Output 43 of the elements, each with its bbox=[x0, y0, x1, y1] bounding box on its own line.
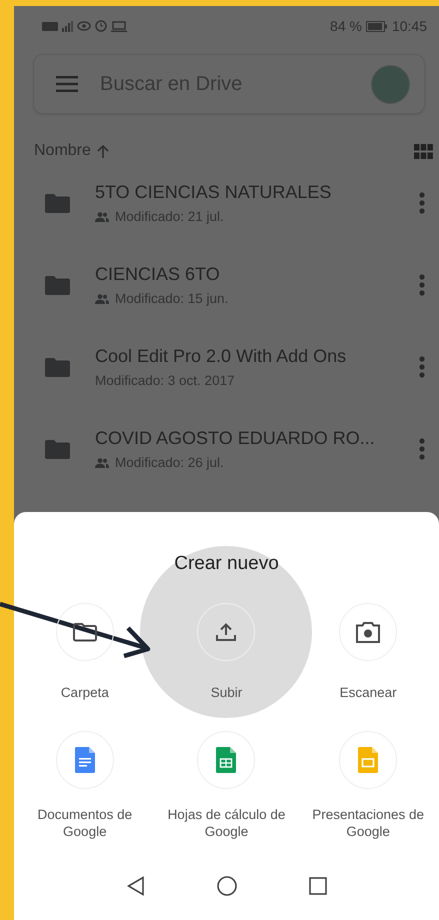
action-label: Documentos de Google bbox=[36, 806, 134, 840]
camera-icon bbox=[356, 622, 380, 642]
laptop-icon bbox=[111, 20, 127, 32]
spreadsheet-icon bbox=[216, 747, 236, 773]
battery-percent: 84 % bbox=[330, 18, 362, 34]
home-icon[interactable] bbox=[216, 876, 236, 896]
more-options-icon[interactable] bbox=[419, 274, 425, 296]
file-name[interactable]: Cool Edit Pro 2.0 With Add Ons bbox=[95, 346, 419, 367]
presentation-icon bbox=[358, 747, 378, 773]
more-options-icon[interactable] bbox=[419, 438, 425, 460]
action-label: Carpeta bbox=[60, 684, 109, 701]
file-name[interactable]: 5TO CIENCIAS NATURALES bbox=[95, 182, 419, 203]
grid-view-icon[interactable] bbox=[414, 144, 433, 158]
folder-icon bbox=[45, 276, 70, 294]
sim-card-icon bbox=[42, 22, 58, 30]
clock: 10:45 bbox=[392, 18, 427, 34]
folder-icon bbox=[45, 440, 70, 458]
file-name[interactable]: COVID AGOSTO EDUARDO RO... bbox=[95, 428, 419, 449]
sort-label[interactable]: Nombre bbox=[34, 142, 91, 160]
folder-icon bbox=[45, 358, 70, 376]
signal-icon bbox=[62, 20, 73, 32]
action-label: Escanear bbox=[340, 684, 397, 701]
back-icon[interactable] bbox=[126, 876, 144, 896]
more-options-icon[interactable] bbox=[419, 356, 425, 378]
folder-icon bbox=[45, 194, 70, 212]
action-button[interactable] bbox=[56, 603, 114, 661]
sheet-title: Crear nuevo bbox=[173, 553, 280, 575]
menu-icon[interactable] bbox=[56, 76, 78, 92]
action-label: Subir bbox=[210, 684, 242, 701]
action-label: Presentaciones de Google bbox=[311, 806, 426, 840]
document-icon bbox=[74, 747, 95, 773]
recents-icon[interactable] bbox=[308, 877, 326, 895]
eye-icon bbox=[77, 21, 91, 31]
more-options-icon[interactable] bbox=[419, 192, 425, 214]
alarm-icon bbox=[95, 20, 107, 32]
action-button[interactable] bbox=[197, 603, 256, 661]
upload-icon bbox=[216, 623, 236, 641]
folder-outline-icon bbox=[72, 622, 97, 642]
arrow-up-icon bbox=[96, 144, 109, 158]
file-name[interactable]: CIENCIAS 6TO bbox=[95, 264, 419, 285]
action-label: Hojas de cálculo de Google bbox=[166, 806, 286, 840]
battery-icon bbox=[366, 20, 388, 32]
action-button[interactable] bbox=[339, 603, 398, 661]
